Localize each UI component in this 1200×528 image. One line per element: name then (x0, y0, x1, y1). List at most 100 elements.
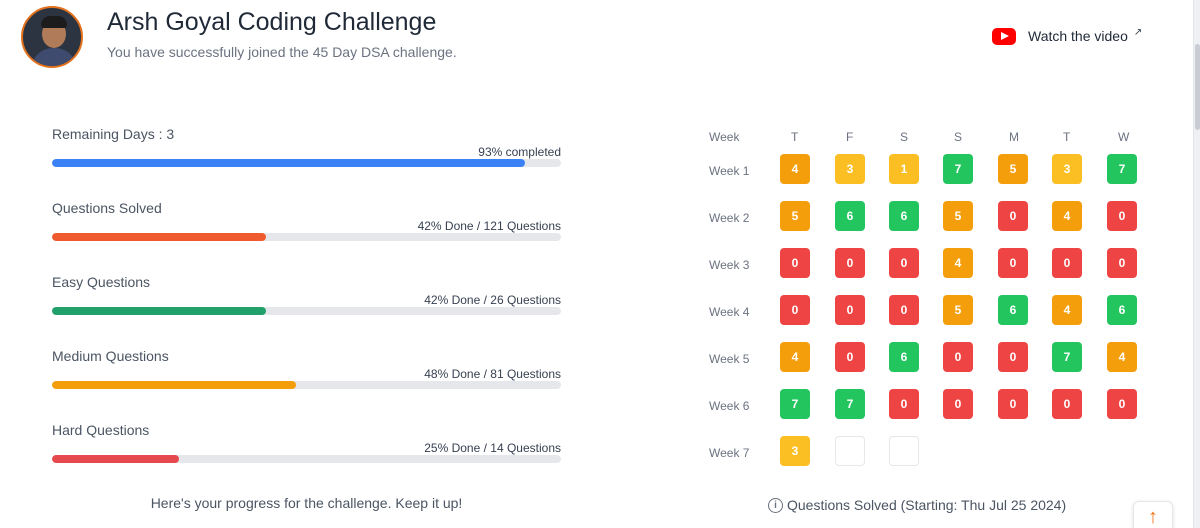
progress-bar (52, 307, 561, 315)
day-cell: 5 (998, 154, 1028, 184)
grid-row: Week 7 3 (700, 436, 1160, 483)
metric-label: Easy Questions (52, 274, 151, 290)
progress-footer: Here's your progress for the challenge. … (150, 495, 463, 511)
day-cell: 0 (835, 248, 865, 278)
youtube-icon (992, 27, 1016, 45)
day-cell: 3 (1052, 154, 1082, 184)
metric-label: Hard Questions (52, 422, 150, 438)
metric-label: Questions Solved (52, 200, 162, 216)
day-cell: 6 (889, 201, 919, 231)
day-cell: 0 (889, 295, 919, 325)
grid-header-week: Week (709, 130, 740, 144)
day-cell: 0 (943, 342, 973, 372)
progress-bar-fill (52, 159, 526, 167)
grid-footer-label: Questions Solved (Starting: Thu Jul 25 2… (787, 497, 1067, 513)
grid-row: Week 14317537 (700, 154, 1160, 201)
page-header: Arsh Goyal Coding Challenge You have suc… (20, 5, 1180, 75)
external-link-icon: ↗ (1133, 26, 1143, 38)
page-subtitle: You have successfully joined the 45 Day … (107, 44, 457, 60)
watch-video-label: Watch the video (1028, 28, 1128, 44)
day-cell: 4 (780, 154, 810, 184)
progress-metric: Easy Questions 42% Done / 26 Questions (52, 268, 561, 342)
watch-video-link[interactable]: Watch the video ↗ (992, 25, 1142, 47)
progress-metric: Remaining Days : 3 93% completed (52, 120, 561, 194)
day-cell: 0 (1052, 389, 1082, 419)
day-cell: 0 (835, 342, 865, 372)
scroll-to-top-button[interactable]: ↑ (1133, 501, 1173, 528)
day-cell: 7 (1052, 342, 1082, 372)
avatar (21, 6, 83, 68)
scrollbar[interactable] (1193, 0, 1200, 528)
week-label: Week 1 (709, 164, 750, 178)
day-cell: 0 (998, 201, 1028, 231)
grid-header-day: T (791, 130, 799, 144)
progress-bar (52, 381, 561, 389)
grid-header-day: F (846, 130, 854, 144)
day-cell: 6 (835, 201, 865, 231)
day-cell: 0 (835, 295, 865, 325)
day-cell: 7 (943, 154, 973, 184)
grid-header-day: T (1063, 130, 1071, 144)
page-title: Arsh Goyal Coding Challenge (107, 8, 437, 36)
day-cell: 3 (835, 154, 865, 184)
metric-value: 25% Done / 14 Questions (424, 441, 561, 455)
metric-label: Remaining Days : 3 (52, 126, 175, 142)
day-cell: 5 (943, 201, 973, 231)
week-label: Week 7 (709, 446, 750, 460)
progress-bar-fill (52, 307, 266, 315)
day-cell: 1 (889, 154, 919, 184)
week-label: Week 3 (709, 258, 750, 272)
day-cell: 6 (1107, 295, 1137, 325)
day-cell: 6 (889, 342, 919, 372)
progress-panel: Remaining Days : 3 93% completed Questions… (52, 120, 561, 490)
grid-header-day: S (900, 130, 909, 144)
day-cell (835, 436, 865, 466)
grid-header-day: M (1009, 130, 1019, 144)
week-label: Week 2 (709, 211, 750, 225)
week-label: Week 5 (709, 352, 750, 366)
grid-header-day: W (1118, 130, 1130, 144)
weekly-grid: Week TFSSMTW Week 1 4 3 1 7 5 3 7 Week 25665040W… (700, 120, 1160, 483)
progress-bar (52, 159, 561, 167)
week-label: Week 6 (709, 399, 750, 413)
day-cell: 0 (1107, 389, 1137, 419)
day-cell: 0 (998, 342, 1028, 372)
day-cell: 0 (1107, 248, 1137, 278)
progress-bar-fill (52, 233, 266, 241)
day-cell: 0 (780, 295, 810, 325)
week-label: Week 4 (709, 305, 750, 319)
progress-metric: Hard Questions 25% Done / 14 Questions (52, 416, 561, 490)
metric-label: Medium Questions (52, 348, 169, 364)
progress-metric: Medium Questions 48% Done / 81 Questions (52, 342, 561, 416)
day-cell: 4 (943, 248, 973, 278)
day-cell: 0 (780, 248, 810, 278)
arrow-up-icon: ↑ (1148, 506, 1158, 528)
progress-bar (52, 233, 561, 241)
day-cell: 6 (998, 295, 1028, 325)
metric-value: 42% Done / 26 Questions (424, 293, 561, 307)
day-cell: 0 (943, 389, 973, 419)
grid-row: Week 40005646 (700, 295, 1160, 342)
day-cell: 0 (1052, 248, 1082, 278)
metric-value: 42% Done / 121 Questions (417, 219, 561, 233)
grid-header-day: S (954, 130, 963, 144)
day-cell: 0 (889, 389, 919, 419)
day-cell: 3 (780, 436, 810, 466)
metric-value: 48% Done / 81 Questions (424, 367, 561, 381)
day-cell: 0 (1107, 201, 1137, 231)
grid-header: Week T F S S M T W (700, 120, 1160, 154)
day-cell: 4 (780, 342, 810, 372)
grid-row: Week 30004000 (700, 248, 1160, 295)
grid-row: Week 67700000 (700, 389, 1160, 436)
day-cell: 5 (780, 201, 810, 231)
scrollbar-thumb[interactable] (1195, 44, 1200, 130)
grid-footer: i Questions Solved (Starting: Thu Jul 25… (768, 497, 1066, 513)
progress-metric: Questions Solved 42% Done / 121 Questions (52, 194, 561, 268)
info-icon: i (768, 497, 783, 513)
day-cell: 7 (780, 389, 810, 419)
day-cell: 0 (998, 248, 1028, 278)
day-cell: 0 (998, 389, 1028, 419)
day-cell: 7 (835, 389, 865, 419)
progress-bar-fill (52, 381, 297, 389)
progress-bar-fill (52, 455, 180, 463)
